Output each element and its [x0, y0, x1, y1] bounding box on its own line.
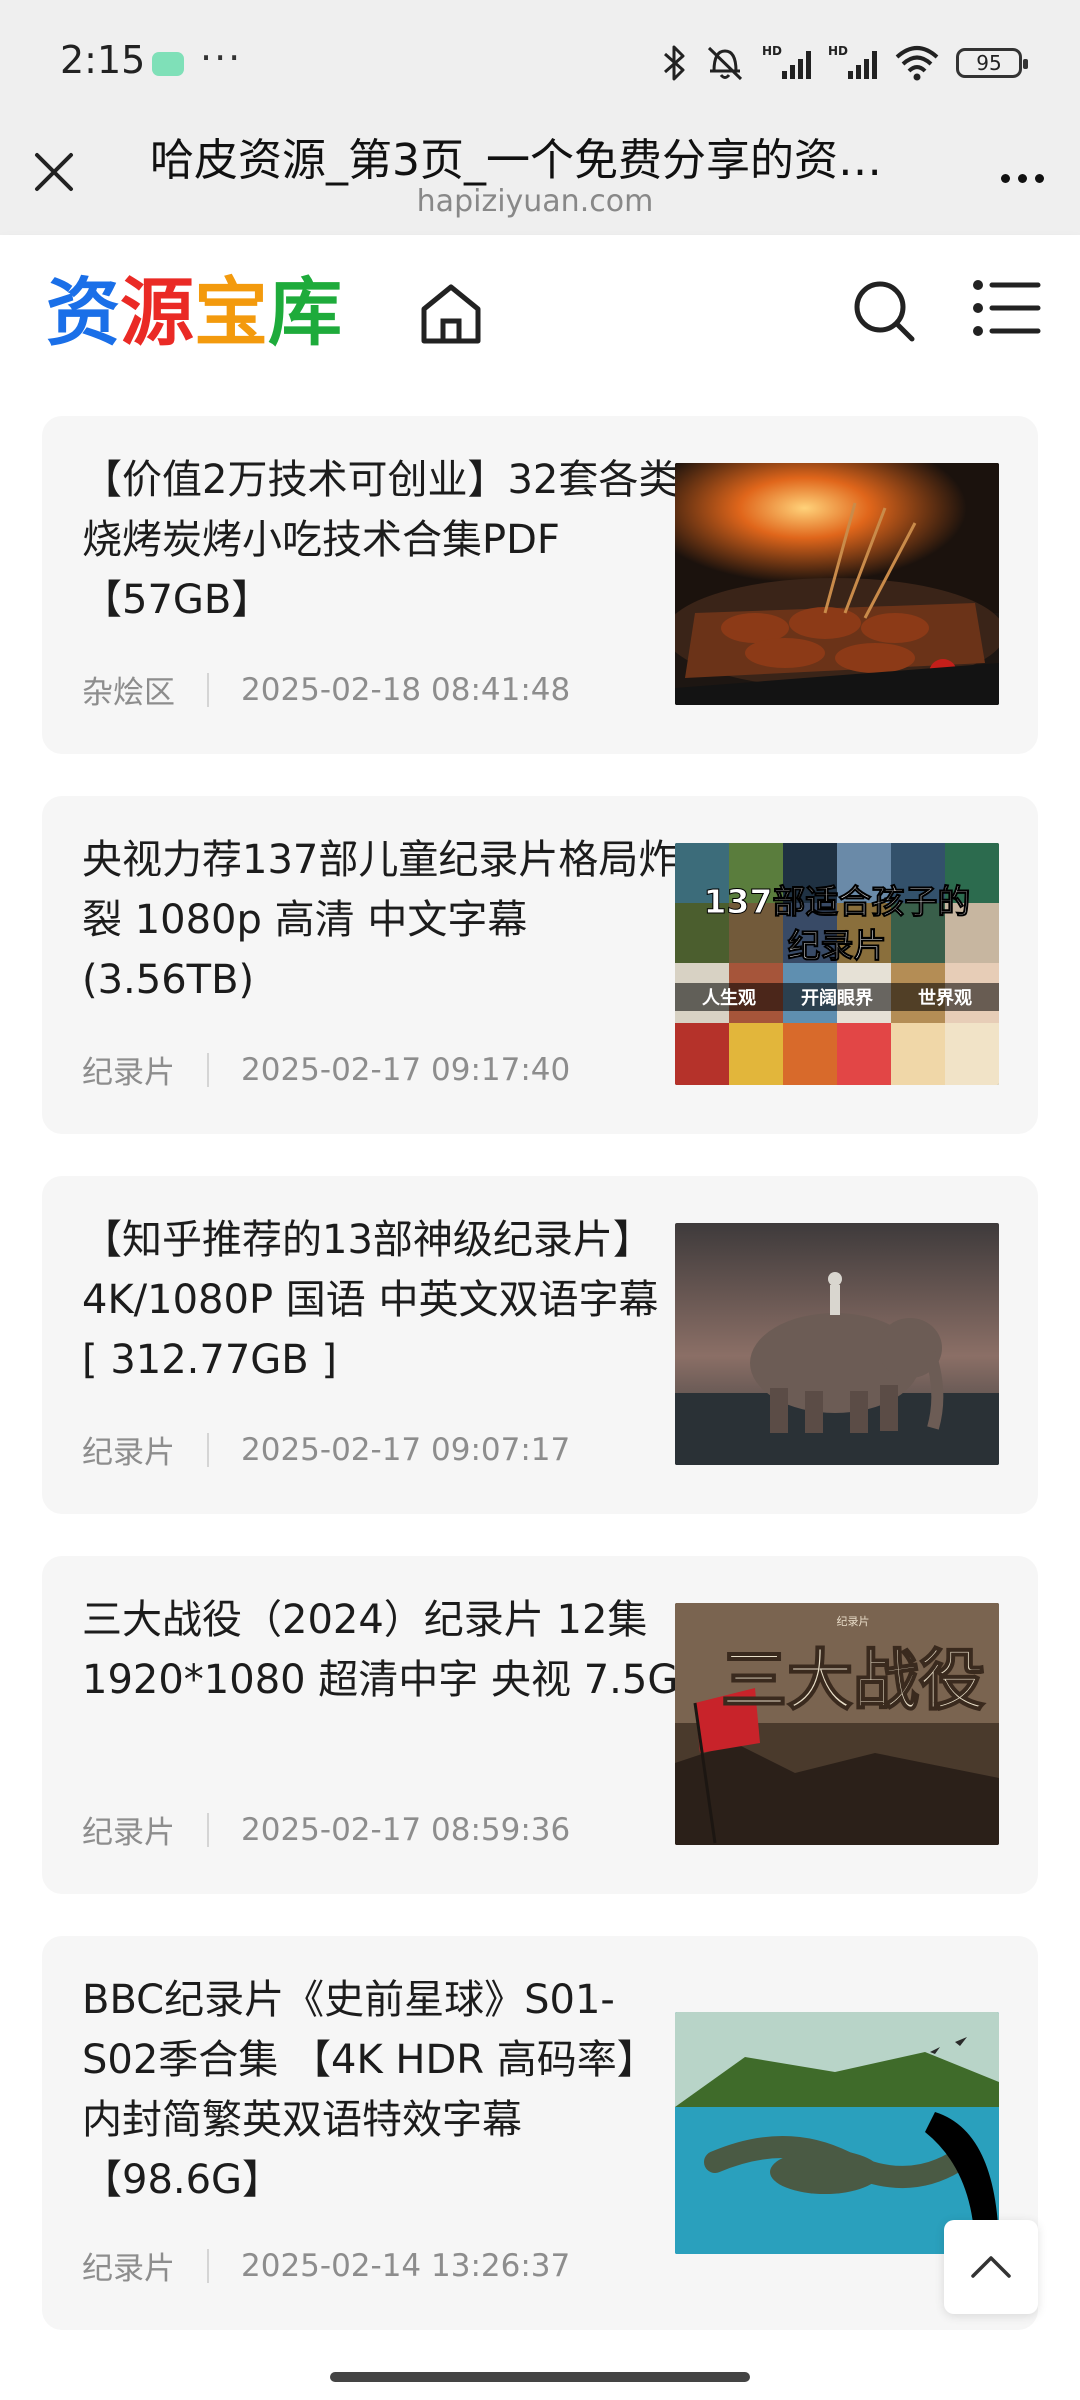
post-card[interactable]: 三大战役（2024）纪录片 12集 1920*1080 超清中字 央视 7.5G…: [42, 1556, 1038, 1894]
post-title[interactable]: 【价值2万技术可创业】32套各类烧烤炭烤小吃技术合集PDF【57GB】: [82, 450, 682, 630]
post-meta: 纪录片 2025-02-17 08:59:36: [82, 1807, 570, 1852]
browser-menu-button[interactable]: [990, 146, 1054, 210]
menu-button[interactable]: [970, 275, 1042, 341]
bluetooth-icon: [664, 45, 685, 81]
thumb-headline: 137部适合孩子的: [704, 882, 971, 921]
signal-label-hd-1: HD: [762, 44, 782, 58]
post-category[interactable]: 纪录片: [82, 1807, 175, 1852]
post-meta: 杂烩区 2025-02-18 08:41:48: [82, 667, 570, 712]
post-thumbnail-bbq[interactable]: [675, 463, 999, 705]
post-card[interactable]: 【价值2万技术可创业】32套各类烧烤炭烤小吃技术合集PDF【57GB】 杂烩区 …: [42, 416, 1038, 754]
logo-char-3: 宝: [194, 270, 268, 356]
post-meta: 纪录片 2025-02-17 09:17:40: [82, 1047, 570, 1092]
post-date: 2025-02-17 08:59:36: [241, 1811, 571, 1848]
search-button[interactable]: [852, 279, 918, 345]
status-more-icon: ···: [200, 36, 243, 80]
thumb-headline: 三大战役: [721, 1641, 985, 1719]
cellular-signal-icon: HD: [762, 44, 811, 79]
page-title: 哈皮资源_第3页_一个免费分享的资源站: [150, 135, 920, 186]
post-title[interactable]: 【知乎推荐的13部神级纪录片】4K/1080P 国语 中英文双语字幕 [ 312…: [82, 1210, 682, 1390]
app-notification-icon: [152, 52, 184, 76]
meta-divider: [207, 672, 209, 707]
mute-icon: [707, 46, 743, 81]
home-button[interactable]: [416, 279, 486, 349]
post-title[interactable]: 央视力荐137部儿童纪录片格局炸裂 1080p 高清 中文字幕(3.56TB): [82, 830, 682, 1010]
thumb-tag-2: 开阔眼界: [801, 988, 873, 1009]
status-time: 2:15: [60, 38, 146, 82]
status-bar: 2:15 ··· HD HD 95: [0, 0, 1080, 120]
site-logo[interactable]: 资源宝库: [46, 271, 342, 355]
post-thumbnail-three-campaigns[interactable]: 纪录片 三大战役: [675, 1603, 999, 1845]
site-header: 资源宝库: [0, 235, 1080, 391]
post-date: 2025-02-18 08:41:48: [241, 671, 571, 708]
chevron-up-icon: [971, 2256, 1011, 2278]
post-title[interactable]: 三大战役（2024）纪录片 12集 1920*1080 超清中字 央视 7.5G: [82, 1590, 682, 1710]
cellular-signal-icon-2: HD: [828, 44, 877, 79]
post-category[interactable]: 杂烩区: [82, 667, 175, 712]
post-category[interactable]: 纪录片: [82, 1427, 175, 1472]
post-thumbnail-prehistoric-planet[interactable]: [675, 2012, 999, 2254]
thumb-tag-3: 世界观: [918, 988, 972, 1009]
close-button[interactable]: [22, 140, 86, 204]
close-icon: [35, 153, 73, 191]
page-url: hapiziyuan.com: [416, 184, 654, 219]
dot-icon: [1000, 173, 1010, 183]
post-category[interactable]: 纪录片: [82, 1047, 175, 1092]
post-date: 2025-02-14 13:26:37: [241, 2247, 571, 2284]
post-meta: 纪录片 2025-02-17 09:07:17: [82, 1427, 570, 1472]
thumb-subhead: 纪录片: [788, 926, 887, 965]
battery-icon: 95: [956, 48, 1028, 78]
thumb-tag-1: 人生观: [702, 987, 756, 1009]
post-card[interactable]: 【知乎推荐的13部神级纪录片】4K/1080P 国语 中英文双语字幕 [ 312…: [42, 1176, 1038, 1514]
logo-char-1: 资: [46, 270, 120, 356]
home-icon: [421, 284, 481, 344]
meta-divider: [207, 1432, 209, 1467]
post-thumbnail-documentary-collage[interactable]: 137部适合孩子的 纪录片 人生观 开阔眼界 世界观: [675, 843, 999, 1085]
post-thumbnail-elephant[interactable]: [675, 1223, 999, 1465]
post-card[interactable]: BBC纪录片《史前星球》S01-S02季合集 【4K HDR 高码率】 内封简繁…: [42, 1936, 1038, 2330]
wifi-icon: [895, 46, 939, 81]
post-card[interactable]: 央视力荐137部儿童纪录片格局炸裂 1080p 高清 中文字幕(3.56TB) …: [42, 796, 1038, 1134]
dot-icon: [1034, 173, 1044, 183]
logo-char-2: 源: [120, 270, 194, 356]
gesture-bar[interactable]: [330, 2372, 750, 2382]
signal-label-hd-2: HD: [828, 44, 848, 58]
post-title[interactable]: BBC纪录片《史前星球》S01-S02季合集 【4K HDR 高码率】 内封简繁…: [82, 1970, 682, 2210]
back-to-top-button[interactable]: [944, 2220, 1038, 2314]
post-date: 2025-02-17 09:07:17: [241, 1431, 571, 1468]
meta-divider: [207, 1812, 209, 1847]
meta-divider: [207, 1052, 209, 1087]
post-list: 【价值2万技术可创业】32套各类烧烤炭烤小吃技术合集PDF【57GB】 杂烩区 …: [0, 391, 1080, 2400]
meta-divider: [207, 2248, 209, 2283]
post-category[interactable]: 纪录片: [82, 2243, 175, 2288]
list-menu-icon: [973, 280, 1041, 336]
browser-bar: 哈皮资源_第3页_一个免费分享的资源站 hapiziyuan.com: [0, 120, 1080, 235]
search-icon: [854, 281, 915, 342]
status-icons: HD HD 95: [662, 38, 1028, 88]
post-date: 2025-02-17 09:17:40: [241, 1051, 571, 1088]
dot-icon: [1017, 173, 1027, 183]
logo-char-4: 库: [268, 270, 342, 356]
post-meta: 纪录片 2025-02-14 13:26:37: [82, 2243, 570, 2288]
thumb-label: 纪录片: [837, 1615, 870, 1628]
